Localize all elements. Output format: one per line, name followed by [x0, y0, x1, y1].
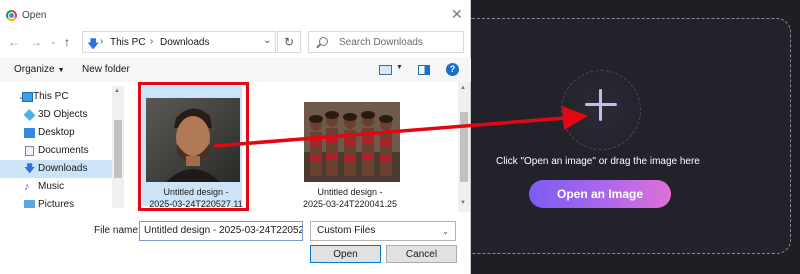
caret-down-icon[interactable]: ▼	[396, 64, 403, 71]
scrollbar-thumb[interactable]	[460, 112, 468, 182]
sidebar-item-label: Desktop	[38, 127, 75, 138]
download-folder-icon: 🡇	[87, 37, 100, 51]
file-item-selected[interactable]: Untitled design - 2025-03-24T220527.11	[138, 82, 254, 212]
view-mode-icon[interactable]	[379, 65, 392, 75]
navigation-pane: ⌄ This PC 3D Objects Desktop Documents 🡇…	[0, 86, 124, 208]
drop-hint-text: Click "Open an image" or drag the image …	[496, 156, 700, 167]
scrollbar-thumb[interactable]	[114, 120, 122, 178]
sidebar-item-documents[interactable]: Documents	[0, 142, 112, 160]
help-icon[interactable]: ?	[446, 63, 459, 76]
file-name-line: Untitled design -	[317, 187, 383, 197]
preview-pane-icon[interactable]	[418, 65, 430, 75]
chrome-logo-icon	[6, 10, 17, 21]
file-name-line: 2025-03-24T220527.11	[149, 199, 243, 209]
file-name-label: File name:	[94, 225, 141, 236]
dialog-toolbar: Organize ▼ New folder ▼ ?	[0, 58, 471, 82]
file-name-input[interactable]: Untitled design - 2025-03-24T22052	[139, 221, 303, 241]
sidebar-item-label: Downloads	[38, 163, 88, 174]
breadcrumb-separator-icon: ›	[150, 36, 154, 47]
desktop-icon	[24, 128, 35, 138]
cancel-button[interactable]: Cancel	[386, 245, 457, 263]
computer-icon	[22, 92, 33, 102]
forward-arrow-icon[interactable]: →	[30, 35, 42, 49]
sidebar-item-label: Pictures	[38, 199, 75, 208]
organize-button[interactable]: Organize ▼	[14, 64, 65, 75]
breadcrumb-downloads[interactable]: Downloads	[160, 37, 209, 48]
file-item[interactable]: Untitled design - 2025-03-24T220041.25	[292, 82, 408, 212]
file-list-scrollbar[interactable]: ▲ ▼	[458, 82, 470, 212]
address-bar[interactable]: 🡇 › This PC › Downloads ⌄	[82, 31, 276, 53]
open-button[interactable]: Open	[310, 245, 381, 263]
caret-down-icon: ▼	[57, 67, 65, 74]
file-type-select[interactable]: Custom Files ⌄	[310, 221, 456, 241]
group-photo-thumbnail	[304, 102, 400, 182]
breadcrumb-separator-icon: ›	[100, 36, 104, 47]
dialog-titlebar: Open ✕	[0, 0, 471, 28]
pictures-icon	[24, 200, 35, 208]
sidebar-item-label: Music	[38, 181, 65, 192]
sidebar-item-label: Documents	[38, 145, 89, 156]
close-icon[interactable]: ✕	[451, 6, 463, 23]
up-arrow-icon[interactable]: ↑	[64, 35, 70, 49]
sidebar-item-label: This PC	[33, 91, 69, 102]
file-type-value: Custom Files	[317, 225, 376, 236]
download-icon: 🡇	[24, 163, 36, 175]
file-name: Untitled design - 2025-03-24T220527.11	[138, 186, 254, 210]
new-folder-button[interactable]: New folder	[82, 64, 130, 75]
document-icon	[25, 146, 34, 156]
recent-dropdown-icon[interactable]: ⌄	[50, 37, 57, 46]
search-icon	[319, 37, 328, 46]
breadcrumb-this-pc[interactable]: This PC	[110, 37, 146, 48]
sidebar-item-this-pc[interactable]: ⌄ This PC	[0, 88, 112, 106]
sidebar-item-downloads[interactable]: 🡇 Downloads	[0, 160, 112, 178]
sidebar-item-pictures[interactable]: Pictures	[0, 196, 112, 208]
scroll-up-icon[interactable]: ▲	[460, 85, 466, 91]
sidebar-item-desktop[interactable]: Desktop	[0, 124, 112, 142]
music-icon: ♪	[24, 181, 30, 193]
scroll-down-icon[interactable]: ▼	[460, 200, 466, 206]
portrait-thumbnail	[146, 98, 240, 182]
sidebar-item-3d-objects[interactable]: 3D Objects	[0, 106, 112, 124]
file-list: Untitled design - 2025-03-24T220527.11 U…	[124, 82, 470, 212]
file-name-line: 2025-03-24T220041.25	[302, 199, 398, 209]
search-input[interactable]: Search Downloads	[308, 31, 464, 53]
scroll-up-icon[interactable]: ▲	[114, 88, 120, 94]
open-file-dialog: Open ✕ ← → ⌄ ↑ 🡇 › This PC › Downloads ⌄…	[0, 0, 471, 274]
refresh-button[interactable]: ↻	[277, 31, 301, 53]
chevron-down-icon[interactable]: ⌄	[263, 35, 271, 46]
plus-icon-vertical	[599, 89, 602, 121]
organize-label: Organize	[14, 64, 55, 75]
dialog-title: Open	[22, 10, 47, 21]
open-image-button[interactable]: Open an Image	[529, 180, 671, 208]
back-arrow-icon[interactable]: ←	[8, 35, 20, 49]
file-name: Untitled design - 2025-03-24T220041.25	[292, 186, 408, 210]
cube-icon	[23, 109, 36, 121]
chevron-down-icon: ⌄	[442, 227, 449, 236]
file-name-line: Untitled design -	[163, 187, 229, 197]
sidebar-item-label: 3D Objects	[38, 109, 88, 120]
sidebar-item-music[interactable]: ♪ Music	[0, 178, 112, 196]
sidebar-scrollbar[interactable]: ▲	[112, 86, 124, 208]
search-placeholder: Search Downloads	[339, 37, 423, 48]
navigation-row: ← → ⌄ ↑ 🡇 › This PC › Downloads ⌄ ↻ Sear…	[0, 28, 471, 56]
